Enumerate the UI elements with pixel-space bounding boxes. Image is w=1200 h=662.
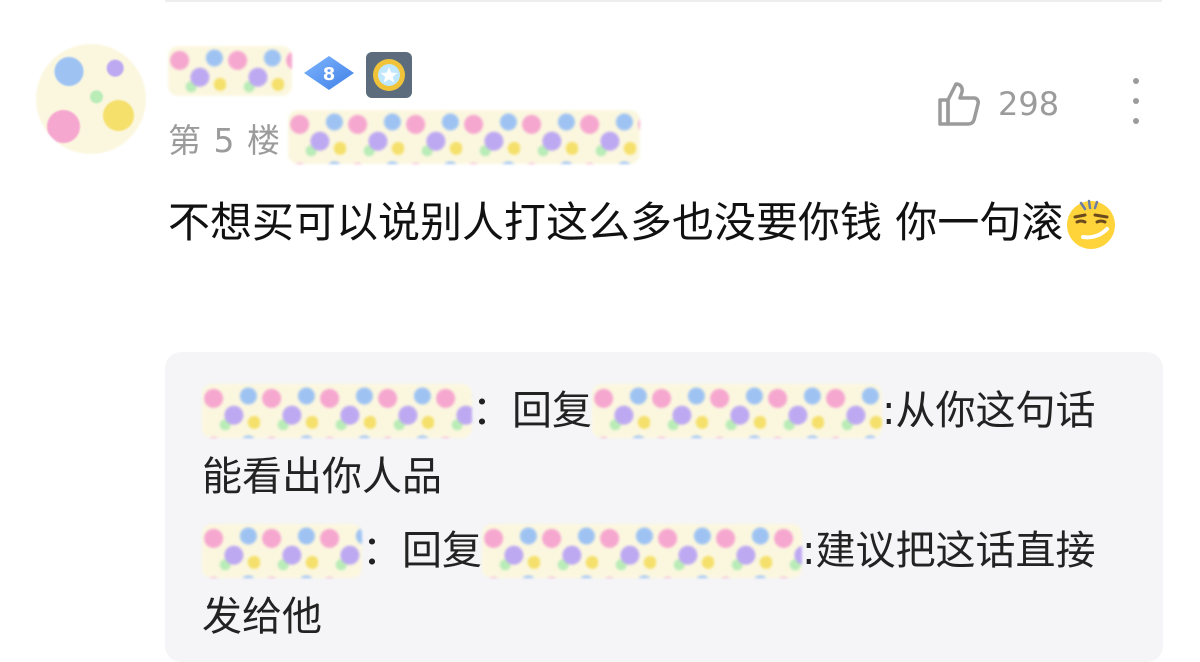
more-options-icon[interactable] xyxy=(1124,78,1148,124)
reply-target-masked[interactable] xyxy=(592,384,882,438)
smug-face-emoji-icon xyxy=(1067,199,1116,249)
like-count: 298 xyxy=(998,85,1060,123)
reply-word: 回复 xyxy=(402,528,482,574)
thumbs-up-icon xyxy=(938,82,980,126)
comment-body: 不想买可以说别人打这么多也没要你钱 你一句滚 xyxy=(168,188,1158,258)
level-number: 8 xyxy=(323,64,336,85)
top-divider xyxy=(165,0,1162,2)
like-button[interactable]: 298 xyxy=(936,76,1059,132)
reply-item[interactable]: ：回复:建议把这话直接发给他 xyxy=(202,518,1132,650)
reply-item[interactable]: ：回复:从你这句话能看出你人品 xyxy=(202,378,1132,510)
meta-masked xyxy=(288,110,640,164)
reply-author-masked[interactable] xyxy=(202,524,362,578)
level-badge-icon: 8 xyxy=(304,56,354,90)
floor-label: 第 5 楼 xyxy=(168,121,281,160)
avatar[interactable] xyxy=(36,44,146,154)
reply-separator: ： xyxy=(362,528,402,574)
reply-separator: ： xyxy=(472,388,512,434)
comment-text: 不想买可以说别人打这么多也没要你钱 你一句滚 xyxy=(168,198,1064,247)
reply-author-masked[interactable] xyxy=(202,384,472,438)
username-masked[interactable] xyxy=(168,46,292,96)
reply-target-masked[interactable] xyxy=(482,524,802,578)
medal-badge-icon xyxy=(366,52,412,98)
reply-word: 回复 xyxy=(512,388,592,434)
